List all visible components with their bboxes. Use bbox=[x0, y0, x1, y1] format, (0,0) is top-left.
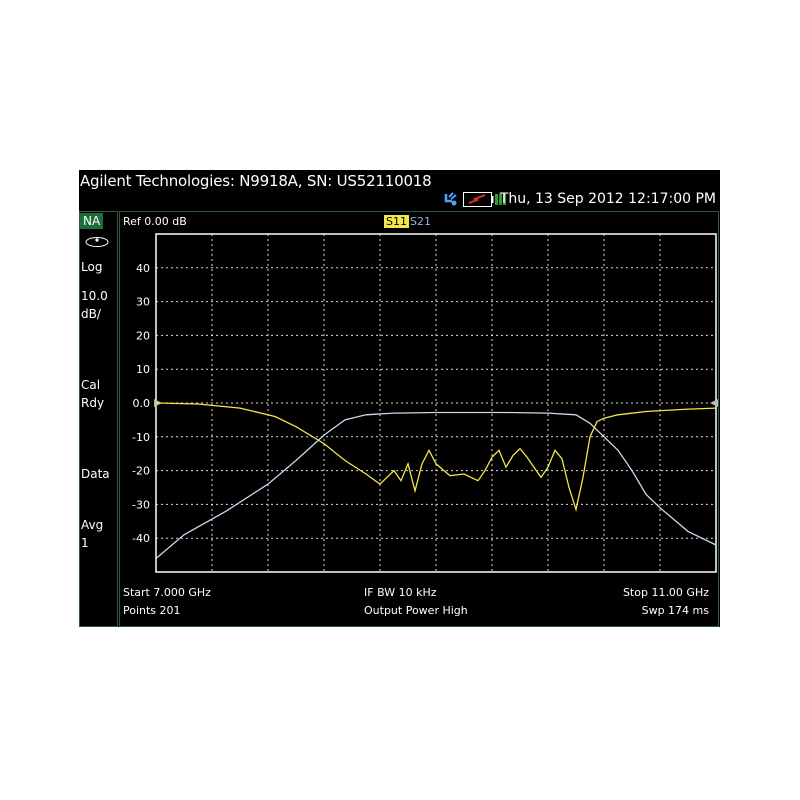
reference-marker-right-icon bbox=[710, 399, 718, 407]
status-panel: NA Log 10.0 dB/ Cal Rdy Data Avg 1 bbox=[79, 211, 118, 627]
y-tick-label: 20 bbox=[136, 329, 150, 342]
scale-value-label: 10.0 bbox=[81, 289, 108, 303]
analyzer-screen: Agilent Technologies: N9918A, SN: US5211… bbox=[79, 170, 720, 627]
avg-value: 1 bbox=[81, 536, 89, 550]
scale-type-label: Log bbox=[81, 260, 103, 274]
trace-s11 bbox=[155, 402, 717, 513]
mode-badge[interactable]: NA bbox=[80, 213, 104, 229]
cal-status-label: Rdy bbox=[81, 396, 105, 410]
usb-connection-icon bbox=[444, 192, 457, 206]
sweep-time: Swp 174 ms bbox=[641, 604, 709, 617]
y-tick-label: -20 bbox=[132, 465, 150, 478]
points-count: Points 201 bbox=[123, 604, 181, 617]
instrument-title: Agilent Technologies: N9918A, SN: US5211… bbox=[80, 172, 432, 190]
stop-frequency: Stop 11.00 GHz bbox=[622, 586, 709, 599]
date-time-readout: Thu, 13 Sep 2012 12:17:00 PM bbox=[499, 191, 716, 207]
title-bar: Agilent Technologies: N9918A, SN: US5211… bbox=[79, 170, 720, 211]
y-tick-label: -10 bbox=[132, 431, 150, 444]
y-tick-label: 10 bbox=[136, 363, 150, 376]
data-label: Data bbox=[81, 467, 110, 481]
output-power: Output Power High bbox=[364, 604, 468, 617]
y-tick-label: 0.0 bbox=[133, 397, 151, 410]
y-tick-label: 30 bbox=[136, 296, 150, 309]
start-frequency: Start 7.000 GHz bbox=[123, 586, 211, 599]
if-bandwidth: IF BW 10 kHz bbox=[364, 586, 437, 599]
y-tick-label: 40 bbox=[136, 262, 150, 275]
y-tick-label: -40 bbox=[132, 532, 150, 545]
avg-label: Avg bbox=[81, 518, 104, 532]
sweep-indicator-icon bbox=[85, 237, 109, 247]
plot-panel: Ref 0.00 dB S11 S21 40 30 20 10 0.0 -10 -20 -30… bbox=[119, 211, 719, 627]
scale-unit-label: dB/ bbox=[81, 307, 101, 321]
cal-label: Cal bbox=[81, 378, 101, 392]
sparameter-chart: 40 30 20 10 0.0 -10 -20 -30 -40 bbox=[132, 233, 718, 573]
y-tick-label: -30 bbox=[132, 498, 150, 511]
